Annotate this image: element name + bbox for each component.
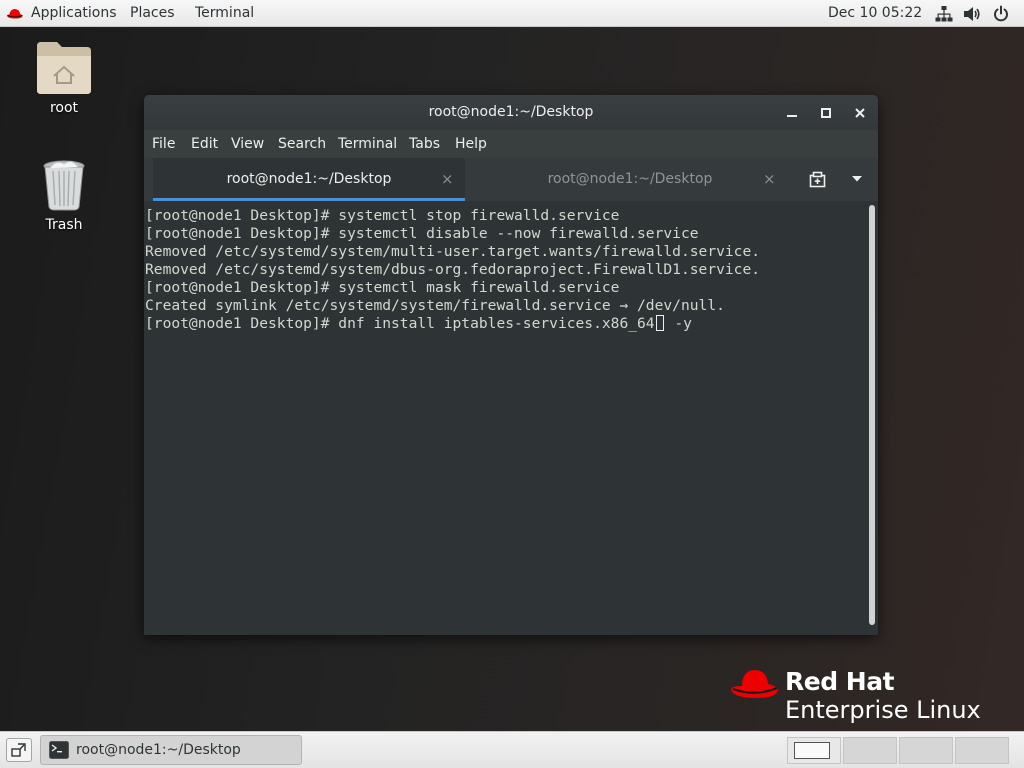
applications-menu[interactable]: Applications: [31, 0, 117, 27]
workspace-2[interactable]: [843, 737, 897, 764]
network-icon[interactable]: [935, 5, 953, 23]
scrollbar-thumb[interactable]: [869, 205, 875, 625]
close-button[interactable]: [850, 103, 870, 123]
clock[interactable]: Dec 10 05:22: [828, 0, 922, 27]
places-menu[interactable]: Places: [130, 0, 175, 27]
terminal-line: [root@node1 Desktop]# systemctl mask fir…: [145, 279, 620, 296]
minimize-button[interactable]: [782, 103, 802, 123]
new-tab-icon[interactable]: [809, 171, 826, 188]
desktop-icon-root[interactable]: root: [22, 38, 106, 120]
trash-icon: [43, 160, 85, 211]
desktop-icon-label: Trash: [45, 217, 83, 233]
terminal-app-menu[interactable]: Terminal: [195, 0, 254, 27]
workspace-1[interactable]: [787, 737, 841, 764]
menu-file[interactable]: File: [152, 130, 175, 158]
desktop-icon-trash[interactable]: Trash: [22, 157, 106, 237]
terminal-line: Created symlink /etc/systemd/system/fire…: [145, 297, 725, 314]
command-text-after-cursor: -y: [665, 315, 692, 332]
terminal-line: [root@node1 Desktop]# systemctl stop fir…: [145, 207, 620, 224]
window-titlebar[interactable]: root@node1:~/Desktop: [144, 95, 878, 130]
tab-label: root@node1:~/Desktop: [226, 171, 392, 187]
volume-icon[interactable]: [963, 5, 981, 23]
terminal-window: root@node1:~/Desktop File Edit View Sear…: [144, 95, 878, 635]
minimize-icon: [787, 115, 797, 117]
window-title: root@node1:~/Desktop: [428, 104, 594, 120]
redhat-logo-icon: [731, 670, 778, 698]
text-cursor: [655, 315, 664, 331]
tab-menu-chevron-down-icon[interactable]: [851, 175, 863, 183]
maximize-button[interactable]: [816, 103, 836, 123]
terminal-line: Removed /etc/systemd/system/dbus-org.fed…: [145, 261, 761, 278]
tab-close-icon[interactable]: ×: [441, 158, 454, 201]
desktop-icon-label: root: [49, 100, 79, 116]
command-text: [root@node1 Desktop]# dnf install iptabl…: [145, 315, 655, 332]
tab-close-icon[interactable]: ×: [763, 158, 776, 201]
window-menubar: File Edit View Search Terminal Tabs Help: [144, 130, 878, 159]
tab-2[interactable]: root@node1:~/Desktop ×: [465, 158, 777, 201]
close-icon: [855, 108, 865, 118]
brand-name: Red Hat: [785, 667, 895, 696]
tab-label: root@node1:~/Desktop: [547, 171, 713, 187]
show-desktop-icon: [11, 743, 26, 757]
home-folder-icon: [37, 42, 91, 94]
terminal-app-icon: [49, 741, 69, 759]
top-panel: Applications Places Terminal Dec 10 05:2…: [0, 0, 1024, 27]
menu-terminal[interactable]: Terminal: [338, 130, 397, 158]
workspace-3[interactable]: [899, 737, 953, 764]
tab-1[interactable]: root@node1:~/Desktop ×: [153, 158, 465, 201]
terminal-scrollbar[interactable]: [866, 201, 878, 635]
terminal-current-line: [root@node1 Desktop]# dnf install iptabl…: [145, 315, 692, 333]
workspace-4[interactable]: [955, 737, 1009, 764]
bottom-panel: root@node1:~/Desktop: [0, 731, 1024, 768]
maximize-icon: [821, 108, 831, 118]
terminal-output[interactable]: [root@node1 Desktop]# systemctl stop fir…: [144, 201, 866, 635]
taskbar-window-label: root@node1:~/Desktop: [76, 742, 241, 758]
terminal-line: [root@node1 Desktop]# systemctl disable …: [145, 225, 699, 242]
terminal-line: Removed /etc/systemd/system/multi-user.t…: [145, 243, 761, 260]
show-desktop-button[interactable]: [6, 738, 32, 762]
menu-tabs[interactable]: Tabs: [409, 130, 440, 158]
menu-view[interactable]: View: [231, 130, 264, 158]
workspace-window-preview: [794, 742, 830, 759]
tab-bar: root@node1:~/Desktop × root@node1:~/Desk…: [144, 158, 878, 201]
menu-help[interactable]: Help: [455, 130, 487, 158]
taskbar-window-item[interactable]: root@node1:~/Desktop: [40, 735, 302, 765]
brand-product: Enterprise Linux: [785, 696, 981, 724]
redhat-branding: Red Hat Enterprise Linux: [730, 663, 990, 725]
menu-edit[interactable]: Edit: [191, 130, 218, 158]
menu-search[interactable]: Search: [278, 130, 326, 158]
power-icon[interactable]: [992, 5, 1010, 23]
redhat-logo-icon: [7, 9, 23, 19]
